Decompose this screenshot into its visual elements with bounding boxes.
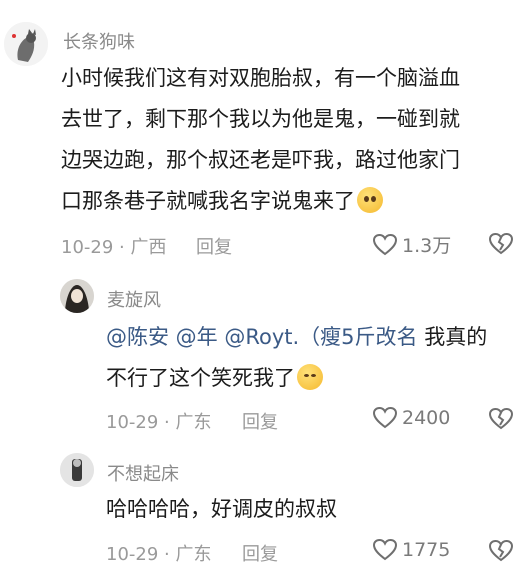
like-count: 1775 <box>402 539 451 561</box>
avatar[interactable] <box>4 22 48 66</box>
like-count: 1.3万 <box>402 235 452 257</box>
broken-heart-icon <box>488 232 514 255</box>
comment-meta: 10-29 · 广西 <box>61 233 166 259</box>
reply-button[interactable]: 回复 <box>242 540 278 566</box>
dislike-button[interactable] <box>488 539 514 567</box>
like-button[interactable]: 2400 <box>372 406 450 430</box>
reply-button[interactable]: 回复 <box>196 233 232 259</box>
broken-heart-icon <box>488 539 514 562</box>
user-avatar-icon <box>60 453 94 487</box>
rolling-laughing-emoji <box>297 364 323 390</box>
avatar[interactable] <box>60 453 94 487</box>
comment-text: @陈安 @年 @Royt.（瘦5斤改名 我真的 不行了这个笑死我了 <box>106 322 521 394</box>
date: 10-29 <box>106 544 159 565</box>
like-button[interactable]: 1775 <box>372 538 450 562</box>
heart-icon <box>372 406 398 429</box>
avatar[interactable] <box>60 279 94 313</box>
broken-heart-icon <box>488 407 514 430</box>
username[interactable]: 不想起床 <box>107 460 179 486</box>
username[interactable]: 麦旋风 <box>107 286 161 312</box>
region: 广东 <box>175 412 212 433</box>
comment-line: 边哭边跑，那个叔还老是吓我，路过他家门 <box>61 148 460 172</box>
comment-meta: 10-29 · 广东 <box>106 540 211 566</box>
heart-icon <box>372 538 398 561</box>
comment-text-tail: 我真的 <box>417 325 488 349</box>
date: 10-29 <box>106 412 159 433</box>
cat-avatar-icon <box>4 22 48 66</box>
heart-icon <box>372 233 398 255</box>
comment-text: 小时候我们这有对双胞胎叔，有一个脑溢血 去世了，剩下那个我以为他是鬼，一碰到就 … <box>61 63 521 217</box>
user-avatar-icon <box>60 279 94 313</box>
like-count: 2400 <box>402 407 451 429</box>
separator: · <box>113 237 131 258</box>
comment-line: 口那条巷子就喊我名字说鬼来了 <box>61 189 355 213</box>
region: 广西 <box>130 237 167 258</box>
comment-line: 不行了这个笑死我了 <box>106 366 295 390</box>
separator: · <box>158 412 176 433</box>
date: 10-29 <box>61 237 114 258</box>
dislike-button[interactable] <box>488 232 514 260</box>
comment-line: 去世了，剩下那个我以为他是鬼，一碰到就 <box>61 107 460 131</box>
comment-text: 哈哈哈哈，好调皮的叔叔 <box>106 497 337 521</box>
dislike-button[interactable] <box>488 407 514 435</box>
region: 广东 <box>175 544 212 565</box>
pleading-face-emoji <box>357 187 383 213</box>
comment-line: 小时候我们这有对双胞胎叔，有一个脑溢血 <box>61 66 460 90</box>
like-button[interactable]: 1.3万 <box>372 231 451 258</box>
reply-button[interactable]: 回复 <box>242 408 278 434</box>
username[interactable]: 长条狗味 <box>63 28 135 54</box>
comment-meta: 10-29 · 广东 <box>106 408 211 434</box>
separator: · <box>158 544 176 565</box>
mention-links[interactable]: @陈安 @年 @Royt.（瘦5斤改名 <box>106 325 418 349</box>
